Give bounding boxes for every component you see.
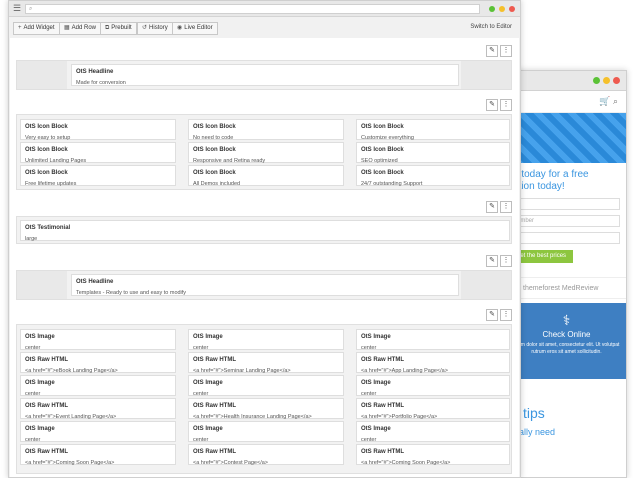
window-dot-yellow[interactable] [603, 77, 610, 84]
wrench-icon[interactable]: ✎ [486, 201, 498, 213]
builder-toolbar: + Add Widget ▦ Add Row ⧉ Prebuilt ↺ History … [9, 20, 520, 40]
preview-titlebar [507, 71, 626, 91]
row-4-cell-left [17, 271, 67, 299]
widget-icon-block[interactable]: OtS Icon Block No need to code [188, 119, 344, 141]
preview-cta: o today for a free ation today! umber ge… [507, 163, 626, 263]
preview-input-number[interactable]: umber [513, 215, 620, 227]
add-widget-button[interactable]: + Add Widget [13, 22, 60, 35]
row-2[interactable]: OtS Icon Block Very easy to setup OtS Ic… [16, 114, 512, 190]
widget-raw-html[interactable]: OtS Raw HTML <a href="#">App Landing Pag… [356, 352, 510, 374]
widget-raw-html[interactable]: OtS Raw HTML <a href="#">Coming Soon Pag… [356, 444, 510, 466]
widget-icon-block[interactable]: OtS Icon Block Free lifetime updates [20, 165, 176, 187]
switch-to-editor-link[interactable]: Switch to Editor [470, 24, 512, 30]
preview-input-1[interactable] [513, 198, 620, 210]
check-online-text: orem dolor sit amet, consectetur elit. U… [513, 342, 620, 355]
wrench-icon[interactable]: ✎ [486, 255, 498, 267]
more-vertical-icon[interactable]: ⋮ [500, 45, 512, 57]
editor-window: ☰ ⌕ + Add Widget ▦ Add Row ⧉ Prebuilt ↺ Hist… [8, 0, 521, 478]
widget-icon-block[interactable]: OtS Icon Block Unlimited Landing Pages [20, 142, 176, 164]
widget-raw-html[interactable]: OtS Raw HTML <a href="#">Seminar Landing… [188, 352, 344, 374]
widget-image[interactable]: OtS Image center [188, 421, 344, 443]
widget-raw-html[interactable]: OtS Raw HTML <a href="#">Portfolio Page<… [356, 398, 510, 420]
more-vertical-icon[interactable]: ⋮ [500, 255, 512, 267]
widget-raw-html[interactable]: OtS Raw HTML <a href="#">Health Insuranc… [188, 398, 344, 420]
history-button[interactable]: ↺ History [137, 22, 173, 35]
window-dot-green[interactable] [489, 6, 495, 12]
row-4-controls: ✎ ⋮ [486, 255, 512, 267]
widget-raw-html[interactable]: OtS Raw HTML <a href="#">eBook Landing P… [20, 352, 176, 374]
row-1-controls: ✎ ⋮ [486, 45, 512, 57]
widget-image[interactable]: OtS Image center [20, 421, 176, 443]
widget-image[interactable]: OtS Image center [356, 375, 510, 397]
row-4-cell-right [461, 271, 511, 299]
window-dot-red[interactable] [509, 6, 515, 12]
preview-brands: themeforest MedReview [507, 277, 626, 299]
stethoscope-icon: ⚕ [562, 312, 571, 328]
layers-icon: ⧉ [105, 25, 110, 31]
widget-headline[interactable]: OtS Headline Templates - Ready to use an… [71, 274, 459, 296]
more-vertical-icon[interactable]: ⋮ [500, 309, 512, 321]
plus-icon: + [18, 25, 22, 31]
widget-image[interactable]: OtS Image center [20, 375, 176, 397]
window-dot-red[interactable] [613, 77, 620, 84]
preview-need-text: ally need [519, 427, 556, 437]
preview-input-3[interactable] [513, 232, 620, 244]
widget-icon-block[interactable]: OtS Icon Block SEO optimized [356, 142, 510, 164]
row-4[interactable]: OtS Headline Templates - Ready to use an… [16, 270, 512, 300]
history-icon: ↺ [142, 25, 148, 31]
widget-icon-block[interactable]: OtS Icon Block Responsive and Retina rea… [188, 142, 344, 164]
widget-icon-block[interactable]: OtS Icon Block 24/7 outstanding Support [356, 165, 510, 187]
widget-icon-block[interactable]: OtS Icon Block Very easy to setup [20, 119, 176, 141]
url-bar[interactable]: ⌕ [25, 4, 480, 14]
eye-icon: ◉ [177, 25, 183, 31]
widget-image[interactable]: OtS Image center [188, 375, 344, 397]
row-5[interactable]: OtS Image center OtS Raw HTML <a href="#… [16, 324, 512, 474]
row-3[interactable]: OtS Testimonial large [16, 216, 512, 244]
wrench-icon[interactable]: ✎ [486, 99, 498, 111]
preview-tips-heading: tips [523, 405, 545, 421]
widget-testimonial[interactable]: OtS Testimonial large [20, 220, 510, 242]
more-vertical-icon[interactable]: ⋮ [500, 201, 512, 213]
live-editor-button[interactable]: ◉ Live Editor [172, 22, 218, 35]
widget-headline[interactable]: OtS Headline Made for conversion [71, 64, 459, 86]
row-1-cell-right [461, 61, 511, 89]
row-3-controls: ✎ ⋮ [486, 201, 512, 213]
widget-icon-block[interactable]: OtS Icon Block All Demos included [188, 165, 344, 187]
widget-image[interactable]: OtS Image center [356, 329, 510, 351]
cart-icon[interactable]: 🛒 [599, 96, 610, 106]
widget-raw-html[interactable]: OtS Raw HTML <a href="#">Contest Page</a… [188, 444, 344, 466]
preview-check-online: ⚕ Check Online orem dolor sit amet, cons… [507, 303, 626, 379]
preview-cta-button[interactable]: get the best prices [513, 250, 573, 263]
window-dot-green[interactable] [593, 77, 600, 84]
menu-icon[interactable]: ☰ [13, 3, 21, 14]
browser-bar: ☰ ⌕ [9, 1, 520, 17]
row-2-controls: ✎ ⋮ [486, 99, 512, 111]
prebuilt-button[interactable]: ⧉ Prebuilt [100, 22, 137, 35]
widget-image[interactable]: OtS Image center [356, 421, 510, 443]
preview-cta-text: o today for a free ation today! [513, 169, 589, 192]
window-dot-yellow[interactable] [499, 6, 505, 12]
widget-image[interactable]: OtS Image center [188, 329, 344, 351]
row-1-cell-left [17, 61, 67, 89]
search-icon[interactable]: ⌕ [613, 96, 618, 106]
cart-search-icons[interactable]: 🛒 ⌕ [599, 96, 618, 107]
wrench-icon[interactable]: ✎ [486, 45, 498, 57]
preview-hero-pattern [507, 113, 626, 163]
preview-nav: 🛒 ⌕ [507, 91, 626, 113]
widget-icon-block[interactable]: OtS Icon Block Customize everything [356, 119, 510, 141]
more-vertical-icon[interactable]: ⋮ [500, 99, 512, 111]
row-5-controls: ✎ ⋮ [486, 309, 512, 321]
preview-window: 🛒 ⌕ o today for a free ation today! umbe… [506, 70, 627, 478]
add-row-button[interactable]: ▦ Add Row [59, 22, 102, 35]
grid-icon: ▦ [64, 25, 70, 31]
check-online-title: Check Online [542, 330, 591, 339]
builder-canvas: ✎ ⋮ OtS Headline Made for conversion ✎ ⋮… [10, 38, 519, 477]
wrench-icon[interactable]: ✎ [486, 309, 498, 321]
widget-raw-html[interactable]: OtS Raw HTML <a href="#">Event Landing P… [20, 398, 176, 420]
row-1[interactable]: OtS Headline Made for conversion [16, 60, 512, 90]
widget-raw-html[interactable]: OtS Raw HTML <a href="#">Coming Soon Pag… [20, 444, 176, 466]
widget-image[interactable]: OtS Image center [20, 329, 176, 351]
